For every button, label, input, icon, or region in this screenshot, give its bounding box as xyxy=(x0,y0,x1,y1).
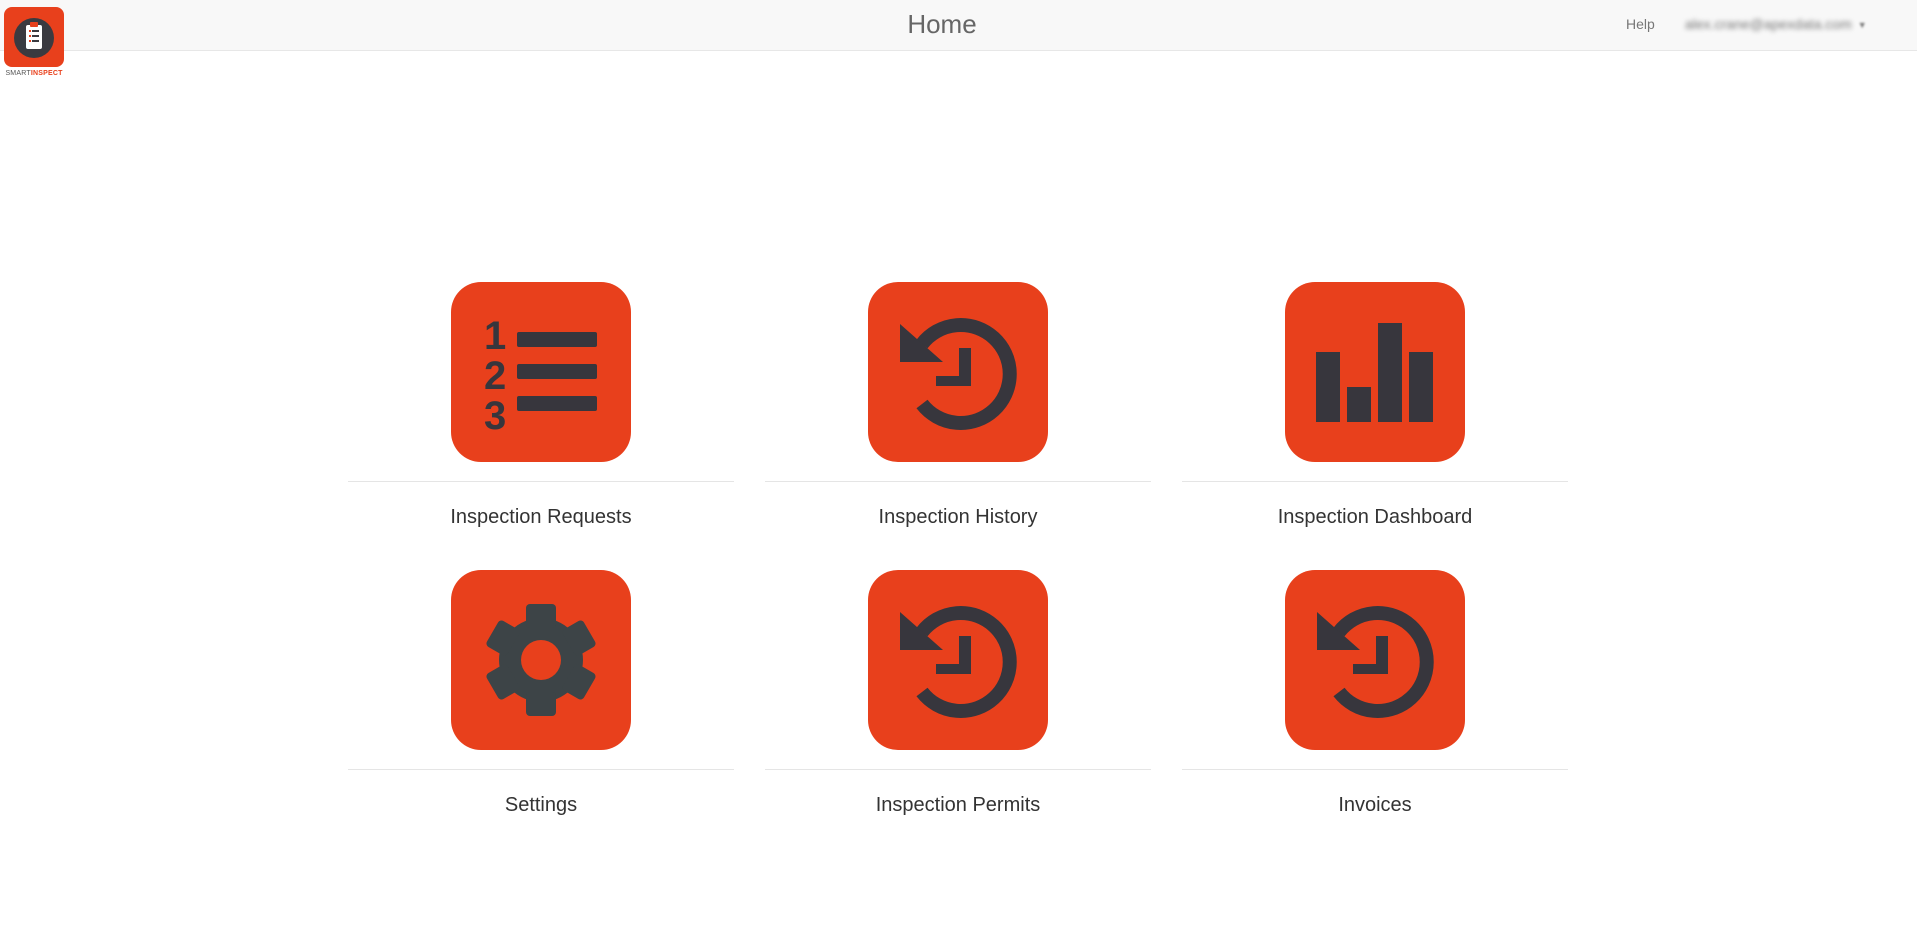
history-icon xyxy=(868,570,1048,750)
tile-inspection-requests[interactable]: 1 2 3 Inspection Requests xyxy=(348,282,734,542)
clipboard-logo-icon xyxy=(4,7,64,67)
top-navbar: Home Help alex.crane@apexdata.com ▼ xyxy=(0,0,1917,51)
svg-text:3: 3 xyxy=(484,394,506,438)
tile-divider xyxy=(348,769,734,770)
svg-text:1: 1 xyxy=(484,314,506,358)
tile-inspection-permits[interactable]: Inspection Permits xyxy=(765,570,1151,830)
user-email: alex.crane@apexdata.com xyxy=(1685,16,1852,32)
svg-text:2: 2 xyxy=(484,354,506,398)
numbered-list-icon: 1 2 3 xyxy=(451,282,631,462)
tile-divider xyxy=(1182,481,1568,482)
tile-divider xyxy=(765,481,1151,482)
page-title: Home xyxy=(907,9,977,39)
gear-icon xyxy=(451,570,631,750)
tile-label: Inspection History xyxy=(878,506,1038,528)
tile-divider xyxy=(348,481,734,482)
tile-settings[interactable]: Settings xyxy=(348,570,734,830)
tile-divider xyxy=(765,769,1151,770)
history-icon xyxy=(868,282,1048,462)
bar-chart-icon xyxy=(1285,282,1465,462)
app-logo[interactable]: SMARTINSPECT xyxy=(4,7,64,82)
tile-label: Invoices xyxy=(1338,794,1412,816)
tile-divider xyxy=(1182,769,1568,770)
logo-wordmark: SMARTINSPECT xyxy=(5,70,63,77)
tile-label: Inspection Requests xyxy=(450,506,632,528)
tile-invoices[interactable]: Invoices xyxy=(1182,570,1568,830)
tile-label: Settings xyxy=(504,794,578,816)
tile-inspection-dashboard[interactable]: Inspection Dashboard xyxy=(1182,282,1568,542)
tile-inspection-history[interactable]: Inspection History xyxy=(765,282,1151,542)
user-menu-dropdown[interactable]: alex.crane@apexdata.com ▼ xyxy=(1685,16,1867,32)
tile-label: Inspection Permits xyxy=(875,794,1041,816)
tile-label: Inspection Dashboard xyxy=(1277,506,1473,528)
history-icon xyxy=(1285,570,1465,750)
help-link[interactable]: Help xyxy=(1626,16,1655,32)
caret-down-icon: ▼ xyxy=(1857,20,1867,31)
